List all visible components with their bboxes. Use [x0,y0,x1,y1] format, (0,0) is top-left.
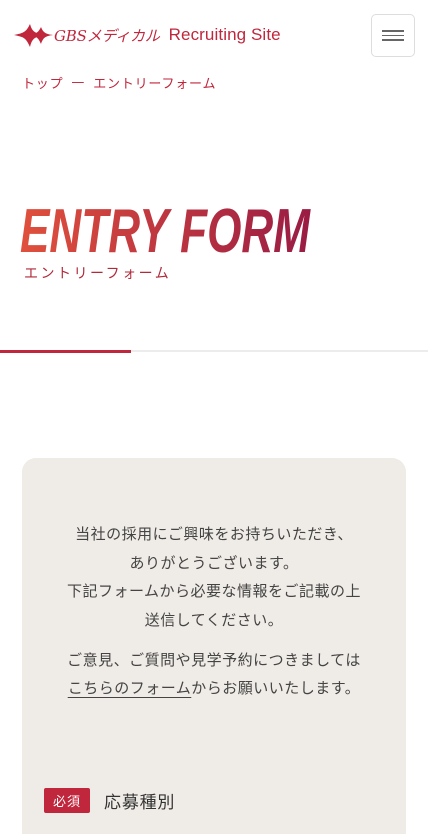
brand-name: GBSメディカル [54,26,160,45]
breadcrumb-home-link[interactable]: トップ [22,73,63,92]
site-header: GBSメディカル Recruiting Site [0,0,428,70]
note-rest: からお願いいたします。 [191,679,361,697]
application-type-label: 応募種別 [104,793,176,813]
page-subtitle: エントリーフォーム [24,266,172,282]
required-badge: 必須 [44,788,91,813]
site-logo[interactable]: GBSメディカル Recruiting Site [12,19,281,51]
breadcrumb-current: エントリーフォーム [93,77,217,92]
entry-intro-card: 当社の採用にご興味をお持ちいただき、 ありがとうございます。 下記フォームから必… [22,458,406,834]
note-line-2: こちらのフォームからお願いいたします。 [22,674,406,702]
page-title: ENTRY FORM [20,197,311,266]
site-name: Recruiting Site [168,25,281,44]
contact-form-link[interactable]: こちらのフォーム [68,679,192,697]
intro-line: 当社の採用にご興味をお持ちいただき、 [75,525,353,543]
application-type-field: 必須 応募種別 [44,788,175,813]
intro-line: 下記フォームから必要な情報をご記載の上 [66,582,362,600]
hamburger-menu-button[interactable] [371,14,415,57]
note-line: ご意見、ご質問や見学予約につきましては [67,651,361,669]
intro-line: ありがとうございます。 [129,553,299,572]
breadcrumb-separator: — [71,75,86,90]
section-divider-accent [0,350,131,353]
intro-text: 当社の採用にご興味をお持ちいただき、 ありがとうございます。 下記フォームから必… [22,520,406,634]
star-logo-icon [14,24,53,47]
hamburger-menu-icon [382,30,404,32]
breadcrumb: トップ — エントリーフォーム [22,73,216,92]
inquiry-note: ご意見、ご質問や見学予約につきましては こちらのフォームからお願いいたします。 [22,646,406,702]
page-title-text: ENTRY FORM [20,197,311,266]
intro-line: 送信してください。 [144,610,284,629]
